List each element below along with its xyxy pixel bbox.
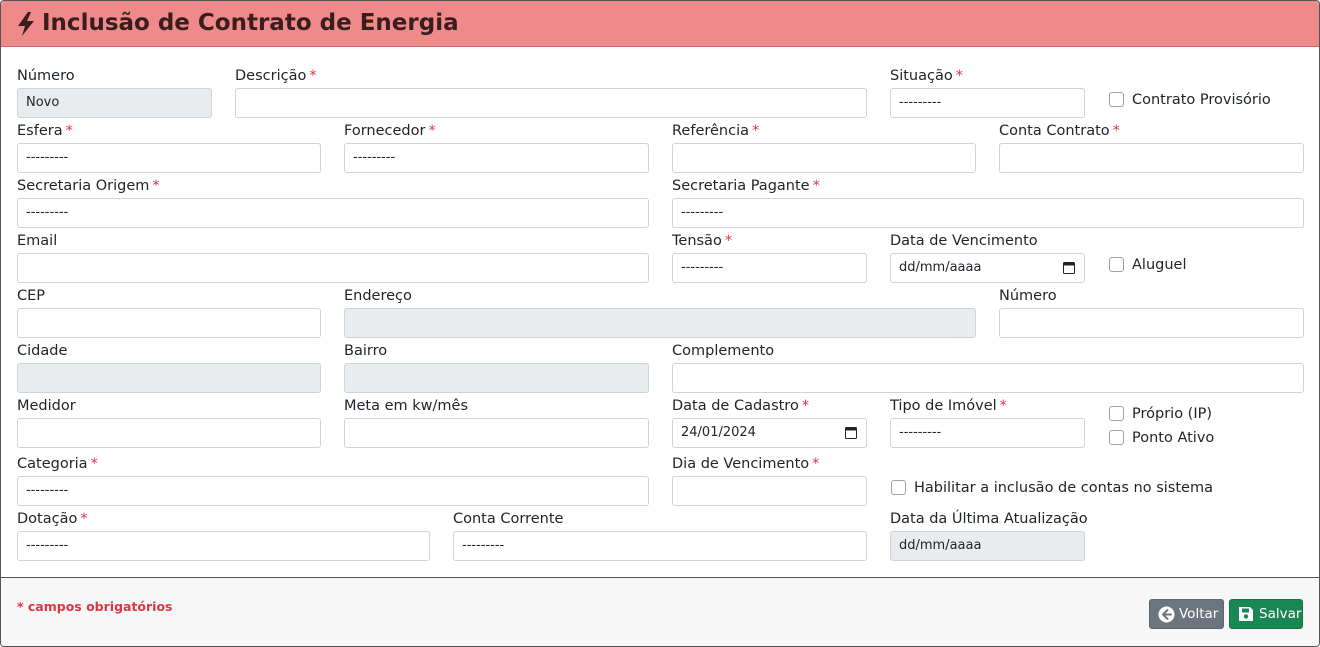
situacao-select[interactable]: --------- bbox=[890, 88, 1085, 118]
cep-label: CEP bbox=[17, 288, 46, 304]
tensao-label: Tensão * bbox=[672, 233, 733, 249]
aluguel-label: Aluguel bbox=[1132, 257, 1187, 273]
proprio-ip-label: Próprio (IP) bbox=[1132, 406, 1213, 422]
data-vencimento-input[interactable]: dd/mm/aaaa bbox=[890, 253, 1085, 283]
page-title: Inclusão de Contrato de Energia bbox=[42, 10, 459, 36]
back-button-label: Voltar bbox=[1179, 606, 1219, 622]
fornecedor-label: Fornecedor * bbox=[344, 123, 436, 139]
floppy-disk-icon bbox=[1239, 607, 1253, 621]
numero-label: Número bbox=[17, 68, 75, 84]
medidor-label: Medidor bbox=[17, 398, 76, 414]
descricao-input[interactable] bbox=[235, 88, 867, 118]
numero-endereco-label: Número bbox=[999, 288, 1057, 304]
referencia-input[interactable] bbox=[672, 143, 976, 173]
habilitar-contas-checkbox[interactable] bbox=[891, 480, 906, 495]
medidor-input[interactable] bbox=[17, 418, 321, 448]
dia-vencimento-label: Dia de Vencimento * bbox=[672, 456, 820, 472]
tipo-imovel-label: Tipo de Imóvel * bbox=[890, 398, 1007, 414]
endereco-label: Endereço bbox=[344, 288, 412, 304]
secretaria-pagante-select[interactable]: --------- bbox=[672, 198, 1304, 228]
situacao-label: Situação * bbox=[890, 68, 963, 84]
required-fields-note: * campos obrigatórios bbox=[17, 599, 173, 614]
ponto-ativo-label: Ponto Ativo bbox=[1132, 430, 1215, 446]
email-label: Email bbox=[17, 233, 58, 249]
calendar-icon[interactable] bbox=[1063, 261, 1075, 274]
data-cadastro-input[interactable]: 24/01/2024 bbox=[672, 418, 867, 448]
arrow-left-circle-icon bbox=[1158, 606, 1175, 623]
back-button[interactable]: Voltar bbox=[1149, 599, 1224, 629]
proprio-ip-checkbox[interactable] bbox=[1109, 406, 1124, 421]
numero-field: Novo bbox=[17, 88, 212, 118]
complemento-input[interactable] bbox=[672, 363, 1304, 393]
complemento-label: Complemento bbox=[672, 343, 775, 359]
data-cadastro-label: Data de Cadastro * bbox=[672, 398, 810, 414]
cidade-label: Cidade bbox=[17, 343, 68, 359]
bairro-field bbox=[344, 363, 649, 393]
save-button[interactable]: Salvar bbox=[1229, 599, 1303, 629]
meta-label: Meta em kw/mês bbox=[344, 398, 469, 414]
tipo-imovel-select[interactable]: --------- bbox=[890, 418, 1085, 448]
tensao-select[interactable]: --------- bbox=[672, 253, 867, 283]
categoria-label: Categoria * bbox=[17, 456, 98, 472]
conta-corrente-label: Conta Corrente bbox=[453, 511, 564, 527]
cep-input[interactable] bbox=[17, 308, 321, 338]
endereco-field bbox=[344, 308, 976, 338]
data-ultima-atualizacao-label: Data da Última Atualização bbox=[890, 511, 1088, 527]
contract-form-card: Inclusão de Contrato de Energia Número N… bbox=[0, 0, 1320, 647]
data-ultima-atualizacao-field: dd/mm/aaaa bbox=[890, 531, 1085, 561]
fornecedor-select[interactable]: --------- bbox=[344, 143, 649, 173]
dotacao-select[interactable]: --------- bbox=[17, 531, 430, 561]
data-vencimento-label: Data de Vencimento bbox=[890, 233, 1038, 249]
conta-contrato-label: Conta Contrato * bbox=[999, 123, 1120, 139]
descricao-label: Descrição * bbox=[235, 68, 317, 84]
esfera-label: Esfera * bbox=[17, 123, 73, 139]
calendar-icon[interactable] bbox=[845, 426, 857, 439]
bairro-label: Bairro bbox=[344, 343, 388, 359]
bolt-icon bbox=[18, 12, 34, 36]
habilitar-contas-label: Habilitar a inclusão de contas no sistem… bbox=[914, 480, 1213, 496]
cidade-field bbox=[17, 363, 321, 393]
esfera-select[interactable]: --------- bbox=[17, 143, 321, 173]
ponto-ativo-checkbox[interactable] bbox=[1109, 430, 1124, 445]
form-footer: * campos obrigatórios Voltar Salvar bbox=[1, 577, 1319, 646]
form-header: Inclusão de Contrato de Energia bbox=[1, 1, 1319, 47]
save-button-label: Salvar bbox=[1259, 606, 1302, 622]
secretaria-pagante-label: Secretaria Pagante * bbox=[672, 178, 820, 194]
meta-input[interactable] bbox=[344, 418, 649, 448]
referencia-label: Referência * bbox=[672, 123, 760, 139]
contrato-provisorio-checkbox[interactable] bbox=[1109, 92, 1124, 107]
conta-contrato-input[interactable] bbox=[999, 143, 1304, 173]
categoria-select[interactable]: --------- bbox=[17, 476, 649, 506]
dia-vencimento-input[interactable] bbox=[672, 476, 867, 506]
dotacao-label: Dotação * bbox=[17, 511, 88, 527]
secretaria-origem-label: Secretaria Origem * bbox=[17, 178, 160, 194]
contrato-provisorio-label: Contrato Provisório bbox=[1132, 92, 1271, 108]
aluguel-checkbox[interactable] bbox=[1109, 257, 1124, 272]
email-input[interactable] bbox=[17, 253, 649, 283]
conta-corrente-select[interactable]: --------- bbox=[453, 531, 867, 561]
secretaria-origem-select[interactable]: --------- bbox=[17, 198, 649, 228]
numero-endereco-input[interactable] bbox=[999, 308, 1304, 338]
